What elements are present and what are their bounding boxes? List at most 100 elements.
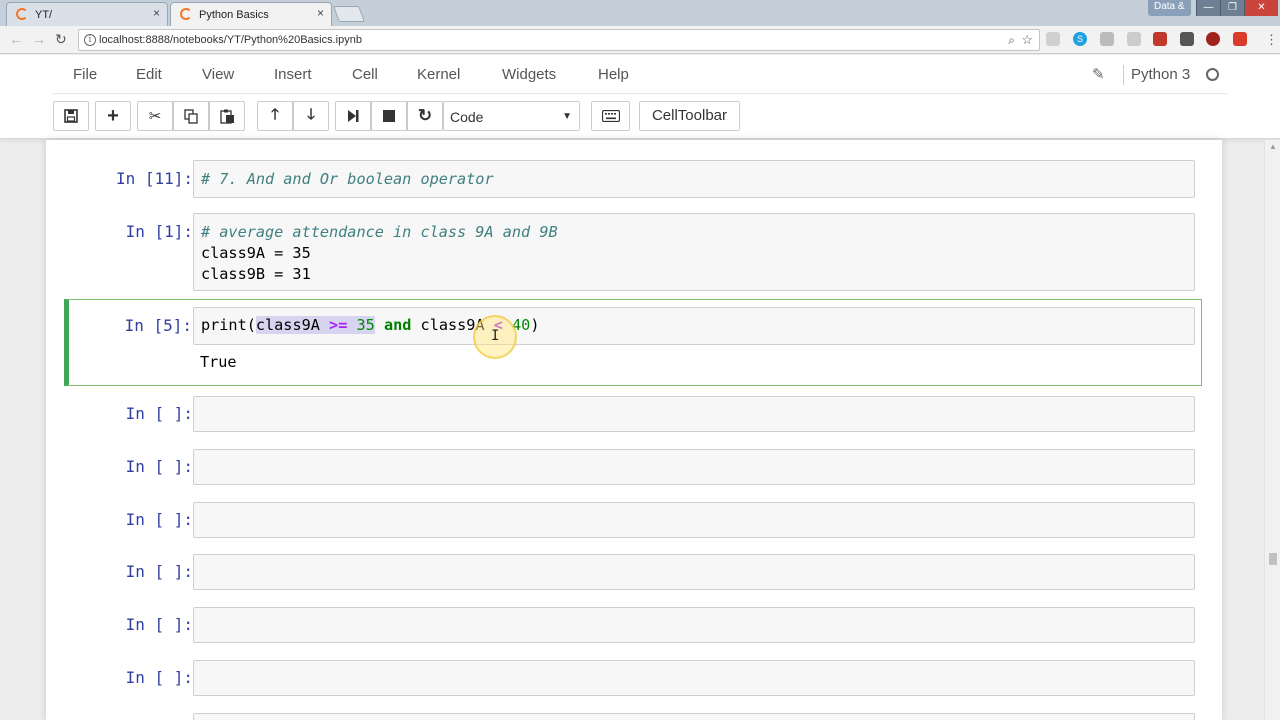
menu-file[interactable]: File (73, 66, 97, 83)
code-input-area[interactable] (193, 396, 1195, 432)
zoom-icon[interactable]: ⌕ (1008, 30, 1015, 50)
empty-code-cell[interactable]: In [ ]: (66, 394, 1202, 432)
menu-view[interactable]: View (202, 66, 234, 83)
code-input-area[interactable] (193, 449, 1195, 485)
code-input-area[interactable] (193, 554, 1195, 590)
jupyter-favicon-icon (16, 8, 28, 20)
arrow-up-icon: 🡑 (271, 105, 279, 123)
dropdown-caret-icon: ▼ (562, 111, 572, 122)
plus-icon: + (107, 104, 119, 127)
address-bar-row: ← → ↻ i localhost:8888/notebooks/YT/Pyth… (0, 26, 1280, 54)
extension-icon[interactable] (1127, 32, 1141, 46)
stop-icon (383, 110, 395, 122)
empty-code-cell[interactable]: In [ ]: (66, 605, 1202, 643)
tab-python-basics[interactable]: Python Basics × (170, 2, 332, 26)
move-up-button[interactable]: 🡑 (257, 101, 293, 131)
minimize-button[interactable]: — (1196, 0, 1220, 16)
paste-button[interactable] (209, 101, 245, 131)
tab-yt[interactable]: YT/ × (6, 2, 168, 26)
extension-icon[interactable] (1153, 32, 1167, 46)
browser-menu-icon[interactable]: ⋮ (1265, 32, 1278, 48)
empty-code-cell[interactable]: In [ ]: (66, 447, 1202, 485)
page-scrollbar[interactable]: ▲ (1264, 140, 1280, 720)
site-info-icon[interactable]: i (84, 34, 96, 46)
url-input[interactable]: i localhost:8888/notebooks/YT/Python%20B… (78, 29, 1040, 51)
save-icon (64, 109, 78, 123)
scroll-up-arrow-icon[interactable]: ▲ (1269, 142, 1277, 151)
code-input-area[interactable]: # average attendance in class 9A and 9B … (193, 213, 1195, 291)
input-prompt: In [11]: (115, 169, 193, 188)
code-cell-selected[interactable]: In [5]: print(class9A >= 35 and class9A … (64, 299, 1202, 386)
scrollbar-thumb[interactable] (1269, 553, 1277, 565)
divider (1123, 65, 1124, 85)
empty-code-cell[interactable]: In [ ]: (66, 552, 1202, 590)
menu-edit[interactable]: Edit (136, 66, 162, 83)
code-input-area[interactable]: print(class9A >= 35 and class9A < 40) (193, 307, 1195, 345)
new-tab-button[interactable] (333, 6, 365, 22)
kernel-name[interactable]: Python 3 (1131, 66, 1190, 83)
empty-code-cell[interactable]: In [ ]: (66, 500, 1202, 538)
bookmark-star-icon[interactable]: ☆ (1021, 30, 1033, 50)
cell-type-value: Code (450, 109, 484, 125)
maximize-button[interactable]: ❐ (1220, 0, 1244, 16)
cell-output: True (200, 353, 237, 371)
command-palette-button[interactable] (591, 101, 630, 131)
cell-type-select[interactable]: Code ▼ (443, 101, 580, 131)
move-down-button[interactable]: 🡓 (293, 101, 329, 131)
code-cell[interactable]: In [11]: # 7. And and Or boolean operato… (66, 158, 1202, 198)
menubar: File Edit View Insert Cell Kernel Widget… (53, 55, 1227, 94)
restart-kernel-button[interactable]: ↻ (407, 101, 443, 131)
menu-kernel[interactable]: Kernel (417, 66, 460, 83)
menu-help[interactable]: Help (598, 66, 629, 83)
pdf-icon[interactable] (1233, 32, 1247, 46)
paste-icon (219, 109, 234, 124)
skype-icon[interactable]: S (1073, 32, 1087, 46)
code-selection: class9A >= 35 (255, 316, 375, 334)
empty-code-cell[interactable]: In [ ]: (66, 658, 1202, 696)
code-cell[interactable]: In [1]: # average attendance in class 9A… (66, 211, 1202, 291)
input-prompt: In [ ]: (125, 510, 193, 529)
code-operator: >= (329, 316, 348, 334)
close-tab-icon[interactable]: × (317, 6, 324, 20)
insert-cell-button[interactable]: + (95, 101, 131, 131)
url-text: localhost:8888/notebooks/YT/Python%20Bas… (99, 34, 362, 46)
code-input-area[interactable] (193, 660, 1195, 696)
input-prompt: In [ ]: (125, 562, 193, 581)
shield-icon[interactable] (1180, 32, 1194, 46)
celltoolbar-button[interactable]: CellToolbar (639, 101, 740, 131)
code-input-area[interactable]: # 7. And and Or boolean operator (193, 160, 1195, 198)
save-button[interactable] (53, 101, 89, 131)
menu-cell[interactable]: Cell (352, 66, 378, 83)
extension-icon[interactable] (1100, 32, 1114, 46)
menu-widgets[interactable]: Widgets (502, 66, 556, 83)
empty-code-cell[interactable] (66, 711, 1202, 720)
code-text: class9A = 35 (201, 244, 311, 262)
extension-icon[interactable] (1046, 32, 1060, 46)
extension-icon[interactable] (1206, 32, 1220, 46)
code-line: class9B = 31 (201, 264, 1187, 285)
interrupt-kernel-button[interactable] (371, 101, 407, 131)
input-prompt: In [ ]: (125, 615, 193, 634)
code-input-area[interactable] (193, 502, 1195, 538)
window-close-button[interactable]: ✕ (1244, 0, 1278, 16)
code-token: class9A (255, 316, 320, 334)
cut-button[interactable]: ✂ (137, 101, 173, 131)
reload-icon[interactable]: ↻ (55, 31, 67, 48)
run-cell-button[interactable] (335, 101, 371, 131)
close-tab-icon[interactable]: × (153, 6, 160, 20)
profile-button[interactable]: Data & (1148, 0, 1191, 16)
code-input-area[interactable] (193, 713, 1195, 720)
forward-arrow-icon[interactable]: → (32, 31, 46, 47)
code-line: # average attendance in class 9A and 9B (201, 223, 558, 241)
code-line: # 7. And and Or boolean operator (201, 170, 494, 188)
input-prompt: In [ ]: (125, 668, 193, 687)
browser-tab-bar: YT/ × Python Basics × Data & — ❐ ✕ (0, 0, 1280, 26)
menu-insert[interactable]: Insert (274, 66, 312, 83)
code-line: class9A = 35 (201, 243, 1187, 264)
jupyter-header: File Edit View Insert Cell Kernel Widget… (0, 55, 1280, 139)
input-prompt: In [ ]: (125, 457, 193, 476)
code-input-area[interactable] (193, 607, 1195, 643)
copy-button[interactable] (173, 101, 209, 131)
back-arrow-icon[interactable]: ← (9, 31, 23, 47)
input-prompt: In [ ]: (125, 404, 193, 423)
